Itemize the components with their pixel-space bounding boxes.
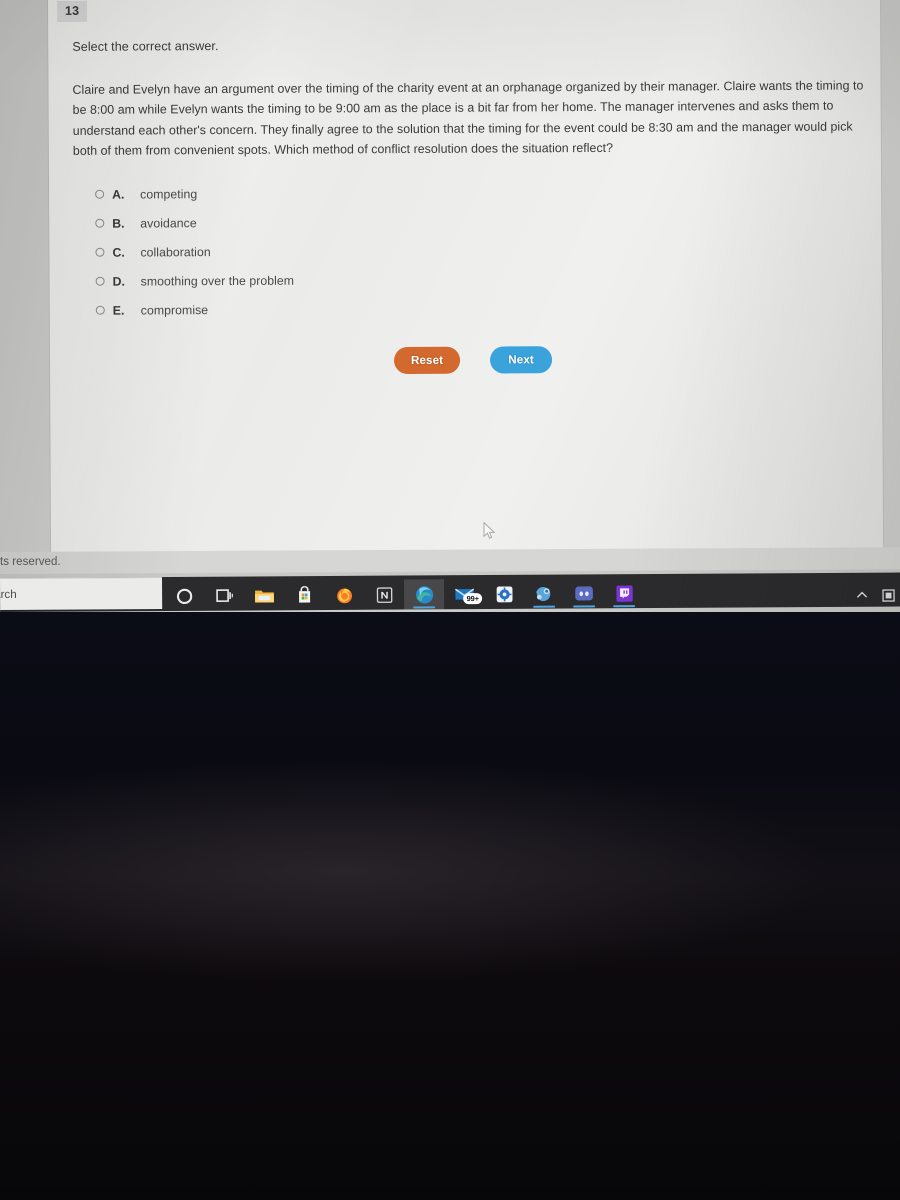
taskbar-item-settings[interactable]: [484, 579, 524, 609]
answer-option-d[interactable]: D. smoothing over the problem: [95, 264, 576, 296]
answer-option-b-label: avoidance: [140, 215, 197, 230]
taskbar-item-twitch[interactable]: [604, 578, 644, 608]
radio-button-a-icon[interactable]: [95, 189, 105, 199]
tray-app-icon[interactable]: [880, 586, 896, 604]
answer-option-e[interactable]: E. compromise: [95, 293, 576, 325]
next-button[interactable]: Next: [489, 346, 553, 374]
taskbar-item-discord[interactable]: [564, 578, 604, 608]
question-number-badge: 13: [57, 0, 88, 22]
radio-button-c-icon[interactable]: [95, 247, 105, 257]
settings-gear-icon: [496, 585, 513, 602]
taskbar-icon-strip: 99+: [164, 579, 644, 610]
monitor-screen-region: 13 Select the correct answer. Claire and…: [0, 0, 900, 622]
taskbar-item-file-explorer[interactable]: [244, 580, 284, 610]
answer-option-d-label: smoothing over the problem: [140, 273, 295, 288]
cortana-icon: [176, 588, 192, 604]
tray-square-icon: [881, 588, 895, 602]
answer-option-a[interactable]: A. competing: [95, 177, 575, 209]
radio-button-b-icon[interactable]: [95, 218, 105, 228]
chevron-up-icon: [856, 591, 868, 598]
taskbar-item-notion[interactable]: [364, 580, 404, 610]
steam-running-underline: [533, 605, 556, 608]
show-hidden-icons-chevron-icon[interactable]: [854, 586, 870, 604]
dark-desk-area: [0, 612, 900, 1200]
copyright-text: ts reserved.: [0, 556, 61, 568]
answer-option-e-letter: E.: [112, 303, 125, 318]
discord-icon: [575, 586, 593, 601]
microsoft-store-icon: [298, 586, 310, 603]
taskbar-item-microsoft-store[interactable]: [284, 580, 324, 610]
taskbar-item-firefox[interactable]: [324, 580, 364, 610]
discord-running-underline: [573, 605, 596, 608]
radio-button-d-icon[interactable]: [95, 276, 105, 286]
taskbar-item-edge[interactable]: [403, 579, 445, 610]
answer-option-c[interactable]: C. collaboration: [95, 235, 575, 267]
answer-option-d-letter: D.: [112, 274, 125, 289]
action-buttons-row: Reset Next: [393, 346, 553, 375]
reset-button[interactable]: Reset: [393, 346, 461, 375]
answer-option-b[interactable]: B. avoidance: [95, 206, 575, 238]
quiz-content-card: 13 Select the correct answer. Claire and…: [48, 0, 884, 556]
instruction-text: Select the correct answer.: [72, 39, 219, 54]
taskbar-item-task-view[interactable]: [204, 581, 244, 611]
answer-option-a-letter: A.: [112, 187, 125, 202]
mail-unread-badge: 99+: [463, 593, 483, 605]
taskbar-search-box[interactable]: arch: [0, 577, 163, 610]
answer-option-c-letter: C.: [112, 245, 125, 260]
taskbar-search-placeholder: arch: [0, 587, 17, 602]
twitch-icon: [615, 585, 633, 602]
question-stem-text: Claire and Evelyn have an argument over …: [72, 78, 864, 158]
taskbar-item-steam[interactable]: [524, 579, 564, 609]
twitch-running-underline: [613, 605, 636, 608]
notion-icon: [376, 586, 392, 603]
firefox-icon: [336, 588, 352, 603]
taskbar-item-mail[interactable]: 99+: [444, 579, 484, 609]
edge-running-underline: [413, 606, 436, 609]
edge-icon: [415, 585, 433, 604]
answer-options-group: A. competing B. avoidance C. collaborati…: [95, 177, 576, 325]
file-explorer-icon: [254, 590, 274, 603]
system-tray: [854, 586, 896, 604]
answer-option-b-letter: B.: [112, 216, 125, 231]
footer-strip: [0, 547, 900, 574]
task-view-icon: [215, 589, 233, 602]
answer-option-e-label: compromise: [140, 302, 209, 317]
taskbar-item-cortana[interactable]: [164, 581, 204, 611]
radio-button-e-icon[interactable]: [95, 305, 105, 315]
steam-icon: [536, 587, 551, 602]
answer-option-c-label: collaboration: [140, 244, 211, 259]
answer-option-a-label: competing: [140, 186, 198, 201]
